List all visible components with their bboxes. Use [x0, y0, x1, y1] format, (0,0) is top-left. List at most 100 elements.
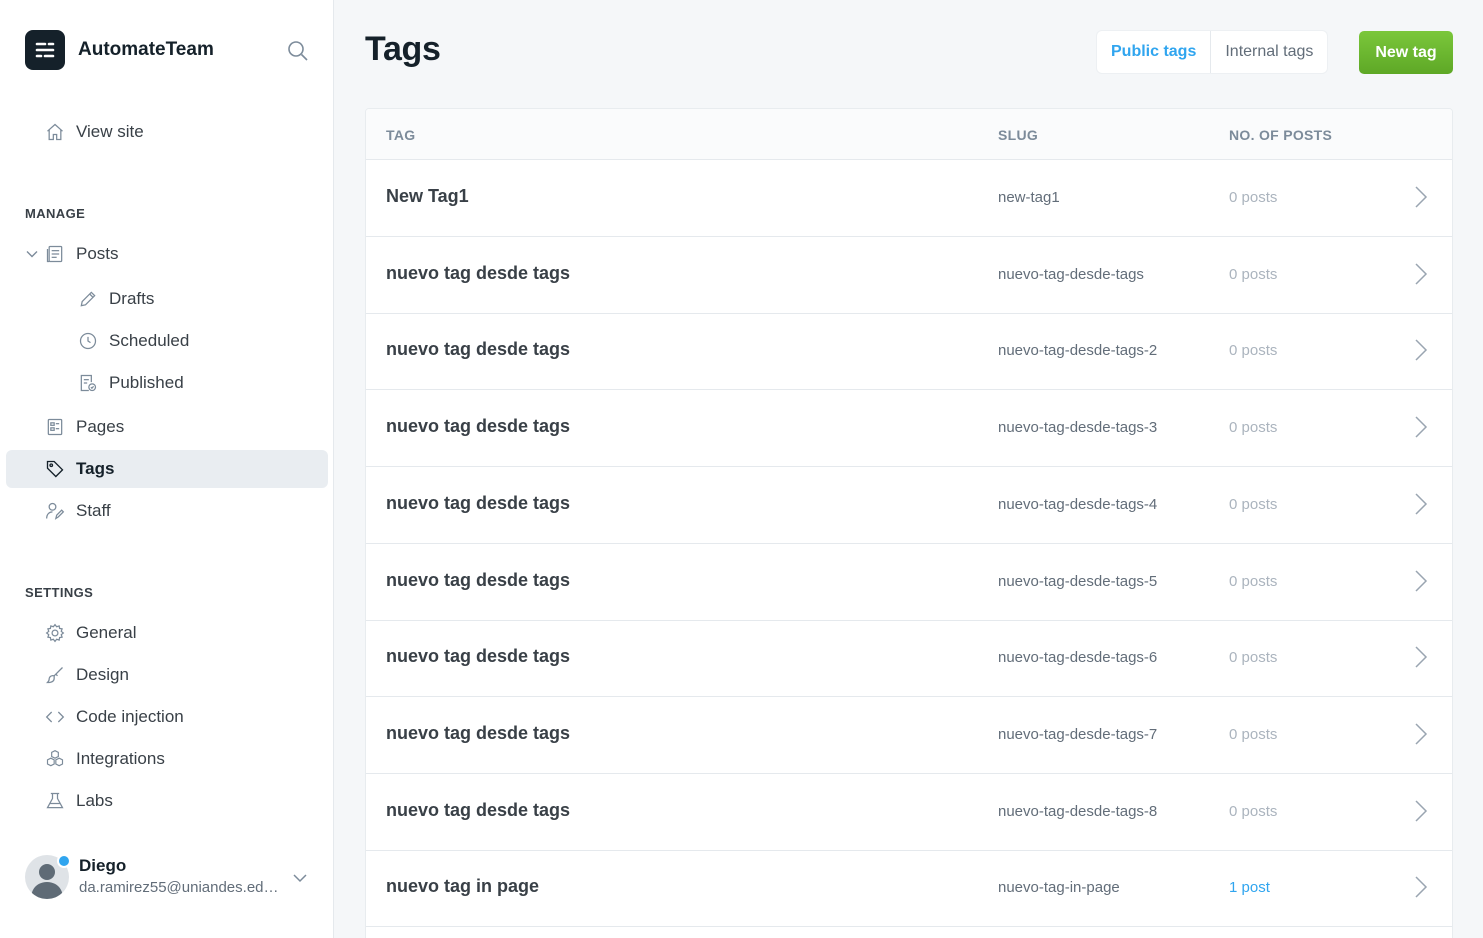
clock-icon [77, 330, 99, 352]
brand-logo-icon [25, 30, 65, 70]
tag-slug: nuevo-tag-desde-tags-7 [998, 725, 1158, 743]
tag-post-count: 0 posts [1229, 725, 1278, 743]
tag-post-count: 0 posts [1229, 802, 1278, 820]
tag-post-count: 0 posts [1229, 495, 1278, 513]
brand[interactable]: AutomateTeam [25, 30, 214, 70]
chevron-right-icon[interactable] [1413, 338, 1429, 362]
sidebar-item-label: Design [76, 665, 129, 684]
table-row[interactable]: nuevo tag in page nuevo-tag-in-page 1 post [366, 850, 1452, 928]
pages-icon [44, 416, 66, 438]
sidebar-item-label: Posts [76, 244, 119, 263]
staff-icon [44, 500, 66, 522]
tag-name: nuevo tag desde tags [386, 262, 571, 283]
chevron-right-icon[interactable] [1413, 722, 1429, 746]
chevron-right-icon[interactable] [1413, 492, 1429, 516]
tag-name: New Tag1 [386, 186, 469, 206]
sidebar-item-label: Staff [76, 501, 111, 520]
table-header: TAG SLUG NO. OF POSTS [366, 109, 1452, 160]
user-name: Diego [79, 856, 127, 875]
chevron-right-icon[interactable] [1413, 415, 1429, 439]
sidebar-item-label: Published [109, 373, 184, 392]
sidebar-item-label: Drafts [109, 289, 155, 308]
user-menu[interactable]: Diego da.ramirez55@uniandes.edu.co [25, 854, 315, 901]
chevron-right-icon[interactable] [1413, 799, 1429, 823]
tag-name: nuevo tag in page [386, 876, 540, 897]
tag-slug: nuevo-tag-desde-tags-6 [998, 649, 1158, 667]
tag-post-count: 0 posts [1229, 649, 1278, 667]
flask-icon [44, 790, 66, 812]
table-row[interactable]: nuevo tag desde tags nuevo-tag-desde-tags… [366, 544, 1452, 621]
sidebar-item-label: Tags [76, 459, 115, 478]
table-row[interactable]: nuevo tag desde tags nuevo-tag-desde-tags… [366, 313, 1452, 391]
tag-slug: nuevo-tag-in-page [998, 879, 1120, 897]
chevron-right-icon[interactable] [1413, 645, 1429, 669]
view-site-link[interactable]: View site [6, 113, 328, 151]
tag-slug: nuevo-tag-desde-tags-4 [998, 495, 1158, 513]
gear-icon [44, 622, 66, 644]
sidebar-item-published[interactable]: Published [6, 364, 328, 402]
tag-name: nuevo tag desde tags [386, 799, 571, 820]
tags-table: TAG SLUG NO. OF POSTS New Tag1 new-tag1 0 … [365, 108, 1453, 938]
tag-slug: nuevo-tag-desde-tags-2 [998, 342, 1158, 360]
tag-name: nuevo tag desde tags [386, 646, 571, 667]
online-status-dot [57, 854, 71, 868]
internal-tags-tab[interactable]: Internal tags [1210, 31, 1327, 73]
tag-slug: nuevo-tag-desde-tags-5 [998, 572, 1158, 590]
manage-section-title: MANAGE [25, 206, 86, 221]
tag-post-count: 0 posts [1229, 342, 1278, 360]
tag-icon [44, 458, 66, 480]
column-header-slug: SLUG [998, 127, 1039, 143]
sidebar-item-drafts[interactable]: Drafts [6, 280, 328, 318]
sidebar-item-pages[interactable]: Pages [6, 408, 328, 446]
tag-slug: new-tag1 [998, 189, 1060, 206]
tag-slug: nuevo-tag-desde-tags-3 [998, 419, 1158, 437]
table-row[interactable]: nuevo tag desde tags nuevo-tag-desde-tags… [366, 774, 1452, 851]
chevron-right-icon[interactable] [1413, 875, 1429, 899]
sidebar-item-label: Integrations [76, 749, 165, 768]
chevron-right-icon[interactable] [1413, 185, 1429, 209]
tag-name: nuevo tag desde tags [386, 722, 571, 743]
tag-slug: nuevo-tag-desde-tags [998, 265, 1144, 283]
sidebar-item-scheduled[interactable]: Scheduled [6, 322, 328, 360]
tag-name: nuevo tag desde tags [386, 416, 571, 437]
tag-name: nuevo tag desde tags [386, 339, 571, 360]
sidebar-item-staff[interactable]: Staff [6, 492, 328, 530]
tag-post-count[interactable]: 1 post [1229, 879, 1270, 896]
sidebar-item-posts[interactable]: Posts [6, 235, 328, 273]
code-icon [44, 706, 66, 728]
chevron-down-icon[interactable] [291, 869, 309, 887]
published-icon [77, 372, 99, 394]
integrations-icon [44, 748, 66, 770]
tag-post-count: 0 posts [1229, 189, 1278, 206]
sidebar-item-label: General [76, 623, 137, 642]
table-row[interactable]: nuevo tag desde tags nuevo-tag-desde-tags… [366, 467, 1452, 544]
tag-post-count: 0 posts [1229, 419, 1278, 437]
tag-type-switch: Public tags Internal tags [1097, 31, 1328, 73]
chevron-right-icon[interactable] [1413, 262, 1429, 286]
sidebar-item-code-injection[interactable]: Code injection [6, 698, 328, 736]
column-header-tag: TAG [386, 127, 416, 143]
public-tags-tab[interactable]: Public tags [1097, 31, 1210, 73]
view-site-label: View site [76, 122, 144, 141]
new-tag-button[interactable]: New tag [1359, 31, 1453, 74]
tag-post-count: 0 posts [1229, 572, 1278, 590]
table-row[interactable]: New Tag1 new-tag1 0 posts [366, 160, 1452, 237]
search-icon[interactable] [286, 39, 310, 63]
table-row[interactable]: nuevo tag desde tags nuevo-tag-desde-tags… [366, 697, 1452, 774]
sidebar-item-design[interactable]: Design [6, 656, 328, 694]
posts-icon [44, 243, 66, 265]
sidebar-item-general[interactable]: General [6, 614, 328, 652]
sidebar-item-tags[interactable]: Tags [6, 450, 328, 488]
table-row[interactable]: nuevo tag desde tags nuevo-tag-desde-tags… [366, 390, 1452, 468]
sidebar: AutomateTeam View site MANAGE Posts Draf… [0, 0, 334, 938]
sidebar-item-label: Labs [76, 791, 113, 810]
tag-slug: nuevo-tag-desde-tags-8 [998, 802, 1158, 820]
sidebar-item-labs[interactable]: Labs [6, 782, 328, 820]
sidebar-item-label: Scheduled [109, 331, 190, 350]
table-row[interactable]: nuevo tag desde tags nuevo-tag-desde-tags… [366, 620, 1452, 698]
chevron-right-icon[interactable] [1413, 569, 1429, 593]
sidebar-item-integrations[interactable]: Integrations [6, 740, 328, 778]
chevron-down-icon[interactable] [24, 246, 40, 262]
user-email: da.ramirez55@uniandes.edu.co [79, 879, 279, 896]
table-row[interactable]: nuevo tag desde tags nuevo-tag-desde-tags… [366, 237, 1452, 314]
